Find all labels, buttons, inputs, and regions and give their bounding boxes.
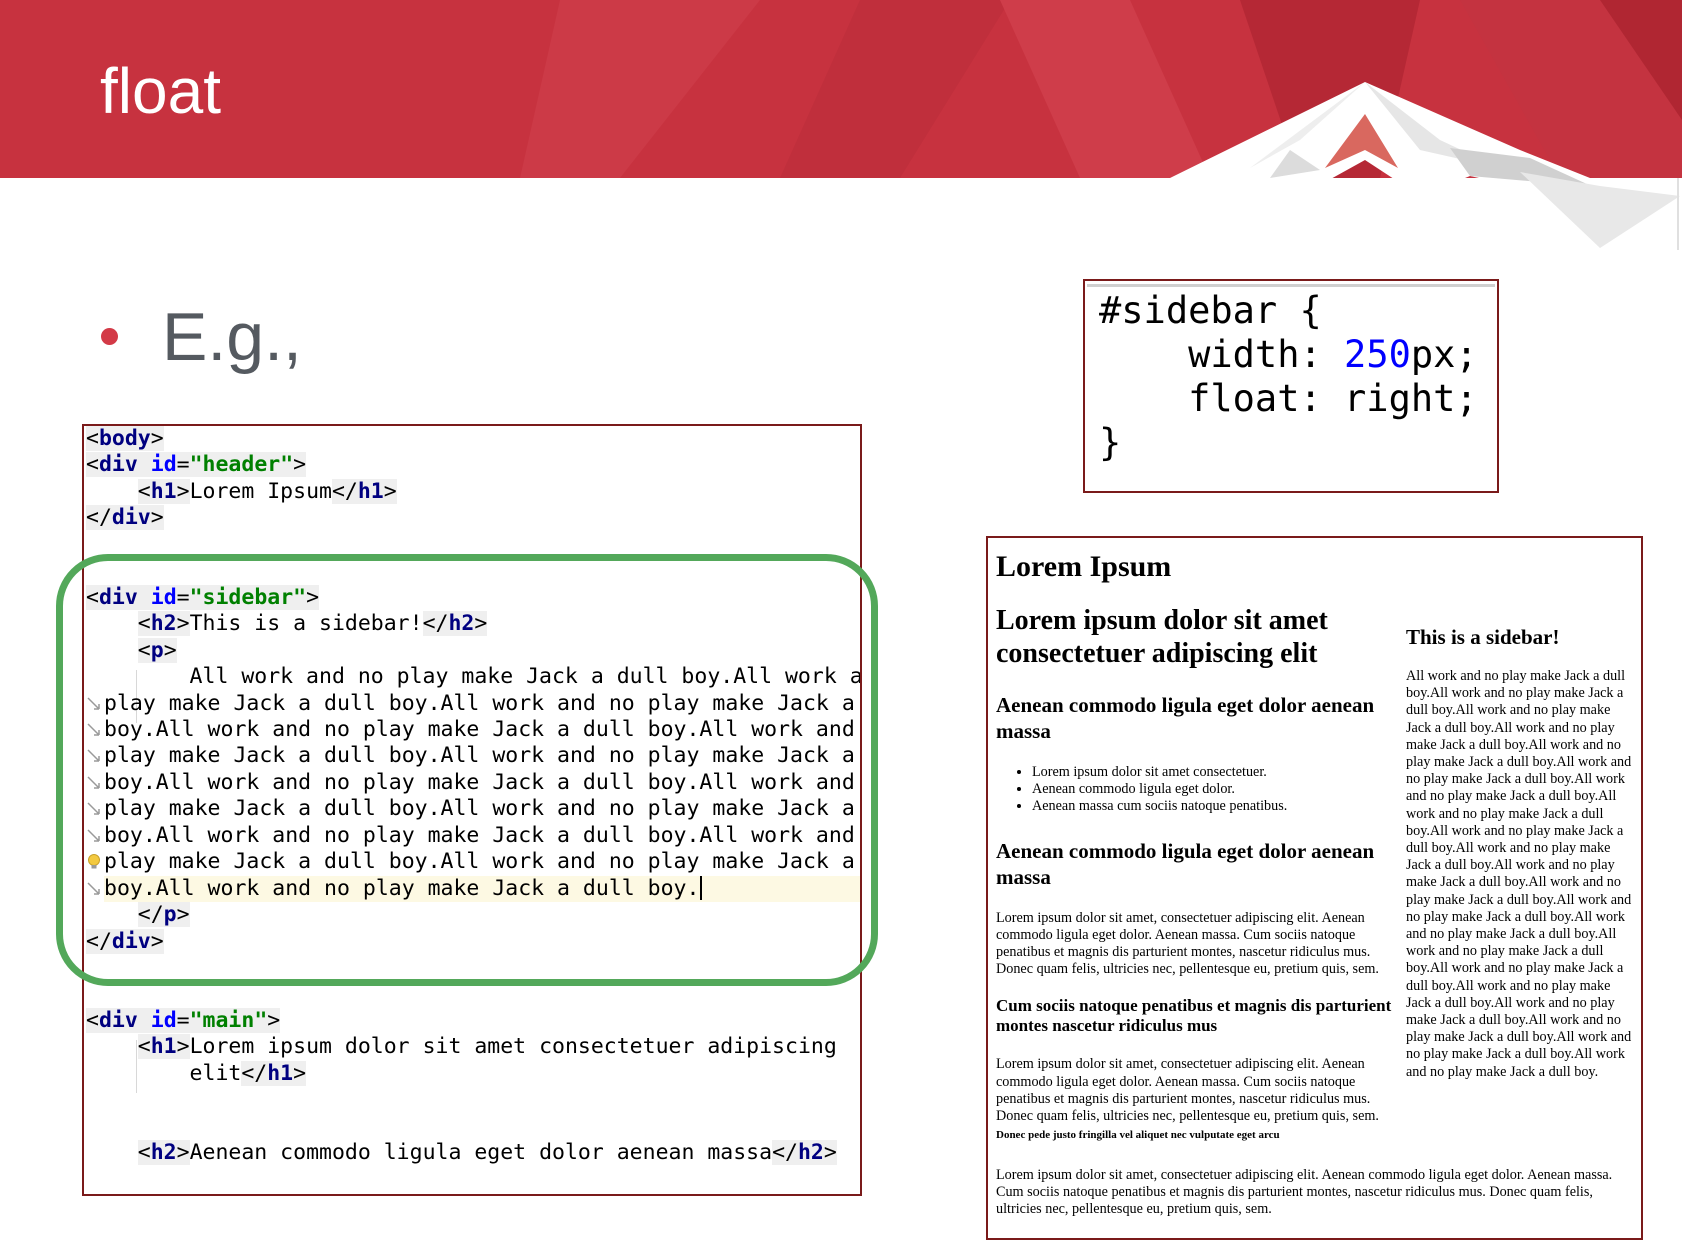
rendered-final-paragraph: Lorem ipsum dolor sit amet, consectetuer… bbox=[996, 1167, 1613, 1218]
bullet-text: E.g., bbox=[162, 299, 302, 375]
rendered-sidebar-heading: This is a sidebar! bbox=[1406, 625, 1560, 649]
css-snippet-panel: #sidebar { width: 250px; float: right; } bbox=[1083, 279, 1499, 493]
rendered-heading-4: Donec pede justo fringilla vel aliquet n… bbox=[996, 1129, 1280, 1141]
editor-top-border bbox=[1087, 284, 1495, 287]
rendered-heading-1: Lorem Ipsum bbox=[996, 550, 1172, 583]
code-line: </div> bbox=[86, 505, 164, 531]
css-line-float: float: right; bbox=[1099, 377, 1478, 420]
rendered-sidebar: This is a sidebar! All work and no play … bbox=[1406, 624, 1638, 1081]
bullet-icon bbox=[101, 328, 118, 345]
rendered-main-heading: Lorem ipsum dolor sit amet consectetuer … bbox=[996, 605, 1328, 669]
css-width-unit: px; bbox=[1410, 333, 1478, 376]
rendered-subheading-1: Aenean commodo ligula eget dolor aenean … bbox=[996, 693, 1375, 743]
code-line: <body> bbox=[86, 426, 164, 451]
code-line: <h1>Lorem ipsum dolor sit amet consectet… bbox=[137, 1034, 837, 1060]
header-banner bbox=[0, 0, 1682, 250]
css-width-prop: width: bbox=[1099, 333, 1345, 376]
rendered-paragraph-2: Lorem ipsum dolor sit amet, consectetuer… bbox=[996, 1056, 1379, 1125]
rendered-paragraph-1: Lorem ipsum dolor sit amet, consectetuer… bbox=[996, 909, 1379, 978]
code-line: <div id="main"> bbox=[86, 1007, 281, 1033]
rendered-heading-3: Cum sociis natoque penatibus et magnis d… bbox=[996, 996, 1392, 1036]
code-line: <div id="header"> bbox=[86, 452, 307, 478]
css-line-selector: #sidebar { bbox=[1099, 289, 1322, 332]
rendered-page-panel: Lorem Ipsum This is a sidebar! All work … bbox=[986, 536, 1643, 1240]
rendered-subheading-2: Aenean commodo ligula eget dolor aenean … bbox=[996, 838, 1375, 889]
list-item: Lorem ipsum dolor sit amet consectetuer. bbox=[1032, 764, 1400, 781]
code-line: <h1>Lorem Ipsum</h1> bbox=[137, 478, 397, 504]
css-width-value: 250 bbox=[1344, 333, 1411, 376]
sidebar-highlight-box bbox=[56, 554, 878, 986]
rendered-list: Lorem ipsum dolor sit amet consectetuer.… bbox=[996, 764, 1400, 816]
rendered-sidebar-text: All work and no play make Jack a dull bo… bbox=[1406, 668, 1632, 1080]
code-line: elit</h1> bbox=[86, 1060, 307, 1086]
code-line: <h2>Aenean commodo ligula eget dolor aen… bbox=[137, 1140, 837, 1166]
list-item: Aenean massa cum sociis natoque penatibu… bbox=[1032, 798, 1400, 815]
css-line-width: width: 250px; bbox=[1099, 333, 1478, 377]
list-item: Aenean commodo ligula eget dolor. bbox=[1032, 781, 1400, 798]
css-line-close: } bbox=[1099, 421, 1122, 464]
rendered-main: Lorem ipsum dolor sit amet consectetuer … bbox=[996, 604, 1400, 1143]
slide-title: float bbox=[100, 55, 221, 127]
